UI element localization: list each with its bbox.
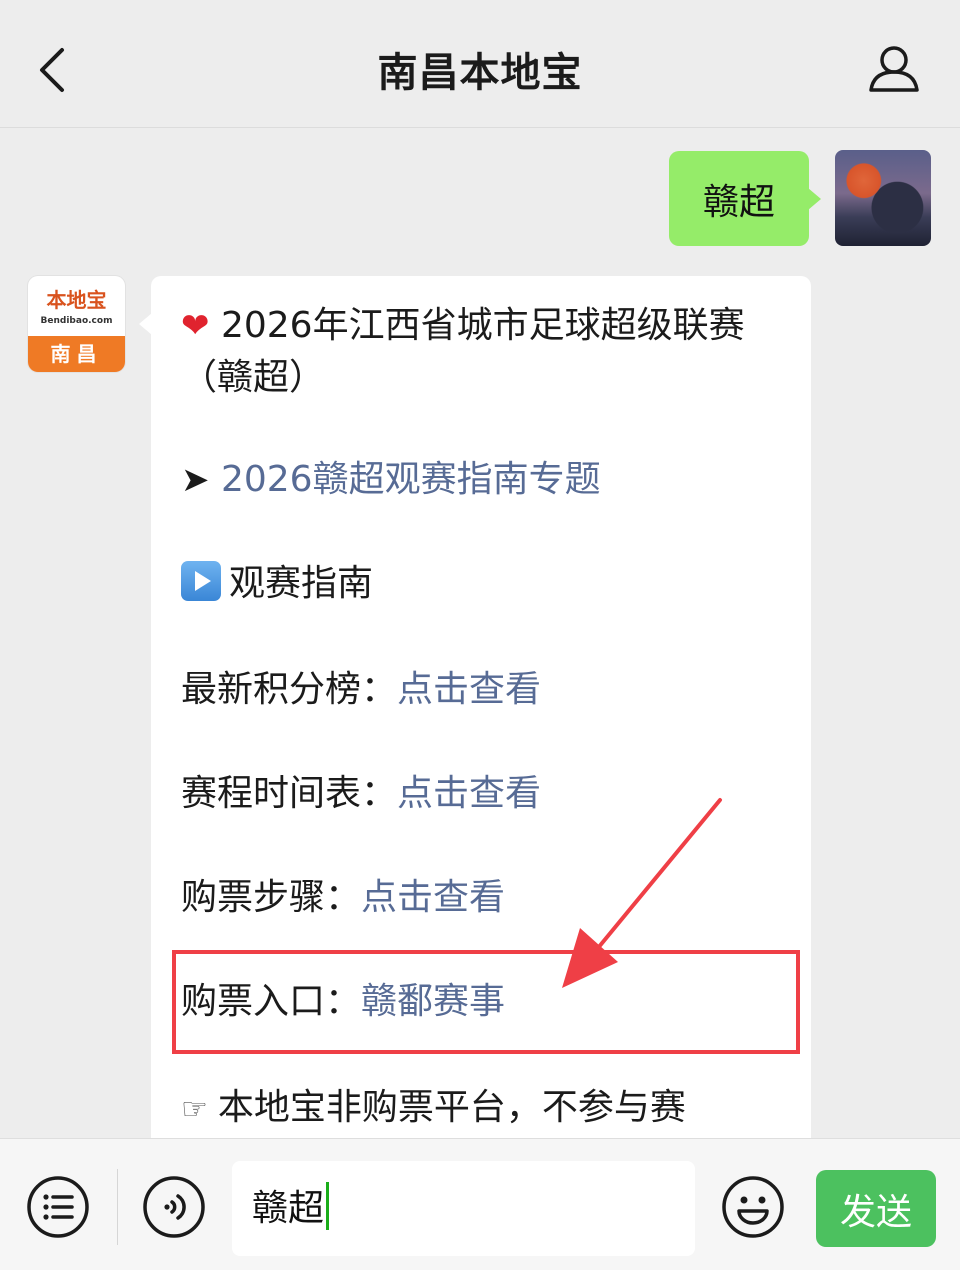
user-avatar[interactable] [835,150,931,246]
section-title: 观赛指南 [181,558,373,610]
text-caret [326,1182,330,1230]
bot-logo-city: 南昌 [28,336,125,372]
arrow-icon: ➤ [181,460,210,500]
message-heading: ❤ 2026年江西省城市足球超级联赛（赣超） [181,300,791,404]
notice-line: ☞ 本地宝非购票平台，不参与赛 [181,1082,686,1136]
bot-logo-text: 本地宝 [46,288,107,312]
chat-message-list[interactable]: 赣超 本地宝 Bendibao.com 南昌 ❤ 2026年江西省城市足球超级联… [0,128,960,1138]
info-row: 购票步骤：点击查看 [181,872,505,924]
user-message-text: 赣超 [702,181,775,223]
profile-icon[interactable] [865,40,925,100]
standings-link[interactable]: 点击查看 [397,669,541,710]
chat-header: 南昌本地宝 [0,0,960,128]
play-icon [181,561,221,601]
highlight-box [172,950,800,1054]
section-title-text: 观赛指南 [229,563,374,604]
row-label: 赛程时间表： [181,773,398,814]
row-label: 购票步骤： [181,877,362,918]
user-message-bubble[interactable]: 赣超 [669,151,821,246]
bot-avatar[interactable]: 本地宝 Bendibao.com 南昌 [28,276,125,372]
notice-text: 本地宝非购票平台，不参与赛 [217,1087,686,1128]
message-input[interactable]: 赣超 [232,1161,695,1256]
input-divider [117,1169,118,1245]
menu-list-icon[interactable] [26,1175,90,1239]
heading-text: 2026年江西省城市足球超级联赛（赣超） [181,305,745,398]
topic-line: ➤ 2026赣超观赛指南专题 [181,454,601,506]
emoji-icon[interactable] [721,1175,785,1239]
chat-title: 南昌本地宝 [377,50,583,96]
pointing-hand-icon: ☞ [181,1092,208,1127]
bot-logo-sub: Bendibao.com [40,316,113,326]
info-row: 最新积分榜：点击查看 [181,664,541,716]
voice-icon[interactable] [142,1175,206,1239]
heart-icon: ❤ [181,306,210,346]
topic-link[interactable]: 2026赣超观赛指南专题 [221,459,601,500]
input-bar: 赣超 发送 [0,1138,960,1270]
row-label: 最新积分榜： [181,669,398,710]
schedule-link[interactable]: 点击查看 [397,773,541,814]
info-row: 赛程时间表：点击查看 [181,768,541,820]
send-button[interactable]: 发送 [816,1170,936,1247]
ticket-steps-link[interactable]: 点击查看 [361,877,505,918]
message-input-value: 赣超 [252,1188,325,1229]
